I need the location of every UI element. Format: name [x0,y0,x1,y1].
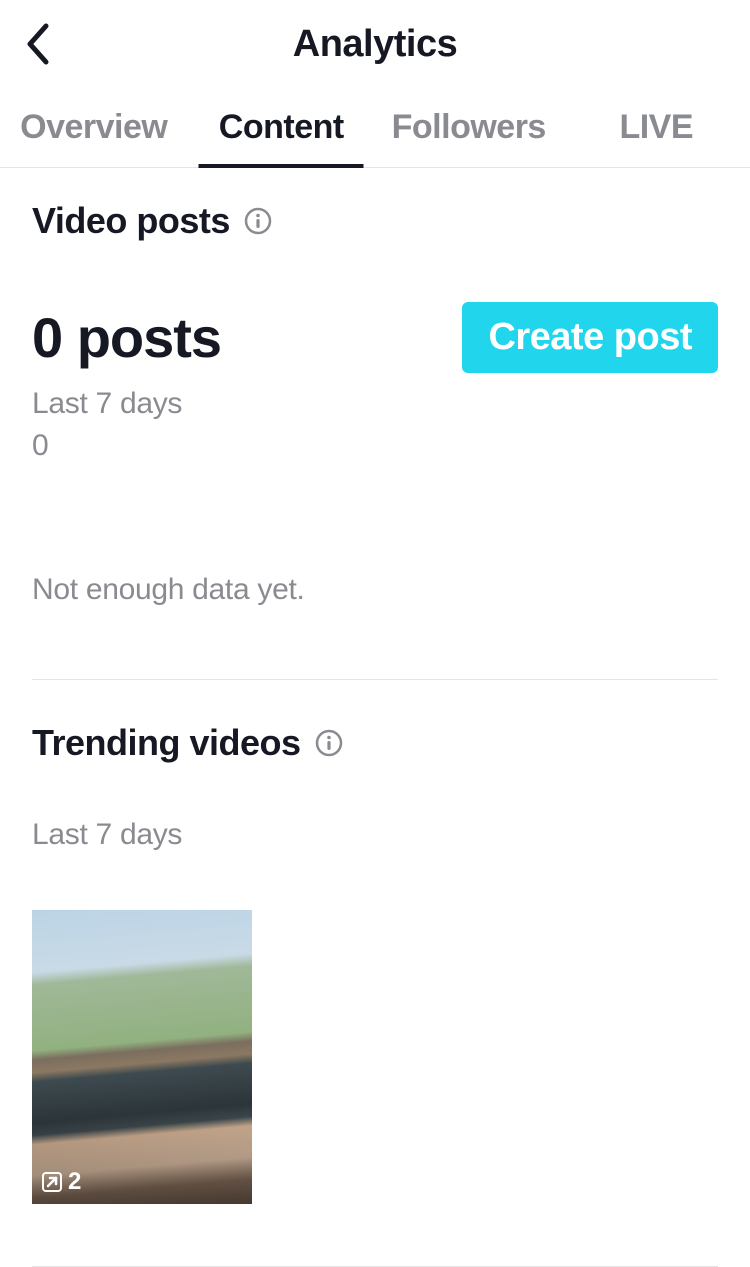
trending-video-thumbnail[interactable]: 2 [32,910,252,1204]
trending-period-label: Last 7 days [32,818,718,852]
divider [32,679,718,680]
empty-state-text: Not enough data yet. [32,573,718,607]
tab-live[interactable]: LIVE [563,88,750,167]
trending-heading: Trending videos [32,722,301,764]
period-value: 0 [32,429,718,463]
tabs-bar: Overview Content Followers LIVE [0,88,750,168]
tab-content[interactable]: Content [188,88,376,167]
back-button[interactable] [24,22,52,66]
video-thumbnail-image [32,910,252,1204]
info-icon[interactable] [315,729,343,757]
video-views-badge: 2 [42,1168,81,1196]
period-label: Last 7 days [32,387,718,421]
info-icon[interactable] [244,207,272,235]
video-posts-heading: Video posts [32,200,230,242]
chevron-left-icon [24,22,52,66]
tab-overview[interactable]: Overview [0,88,188,167]
create-post-button[interactable]: Create post [462,302,718,373]
tab-followers[interactable]: Followers [375,88,563,167]
posts-count: 0 posts [32,305,221,370]
page-title: Analytics [0,23,750,66]
video-views-count: 2 [68,1168,81,1196]
arrow-up-right-icon [42,1172,62,1192]
